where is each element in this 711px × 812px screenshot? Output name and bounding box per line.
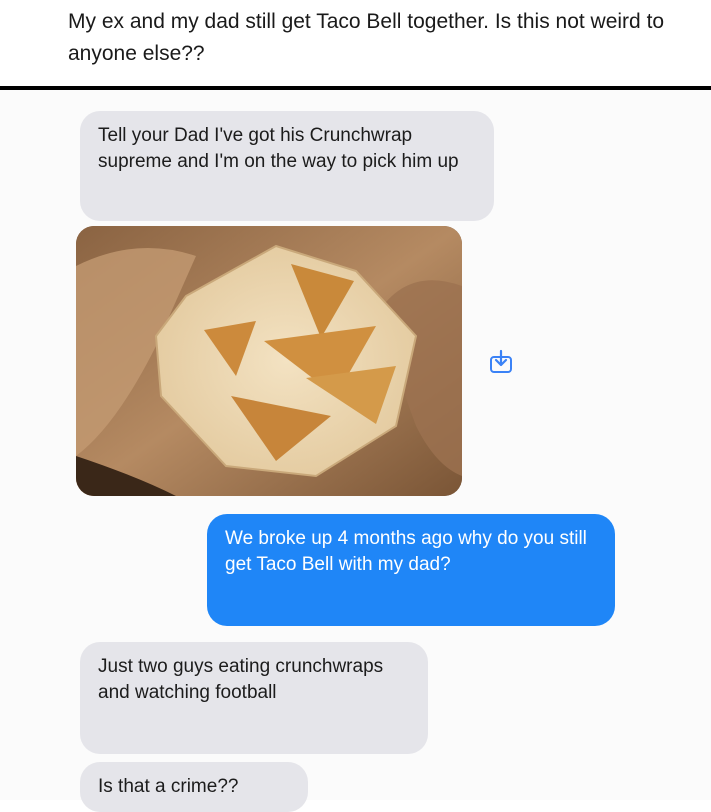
incoming-message: Just two guys eating crunchwraps and wat… — [80, 642, 428, 754]
post-caption: My ex and my dad still get Taco Bell tog… — [68, 10, 665, 65]
save-to-photos-icon[interactable] — [488, 348, 514, 374]
message-thread: Tell your Dad I've got his Crunchwrap su… — [0, 90, 711, 812]
incoming-message: Tell your Dad I've got his Crunchwrap su… — [80, 111, 494, 221]
crunchwrap-photo[interactable] — [76, 226, 462, 496]
outgoing-message: We broke up 4 months ago why do you stil… — [207, 514, 615, 626]
incoming-message: Is that a crime?? — [80, 762, 308, 812]
